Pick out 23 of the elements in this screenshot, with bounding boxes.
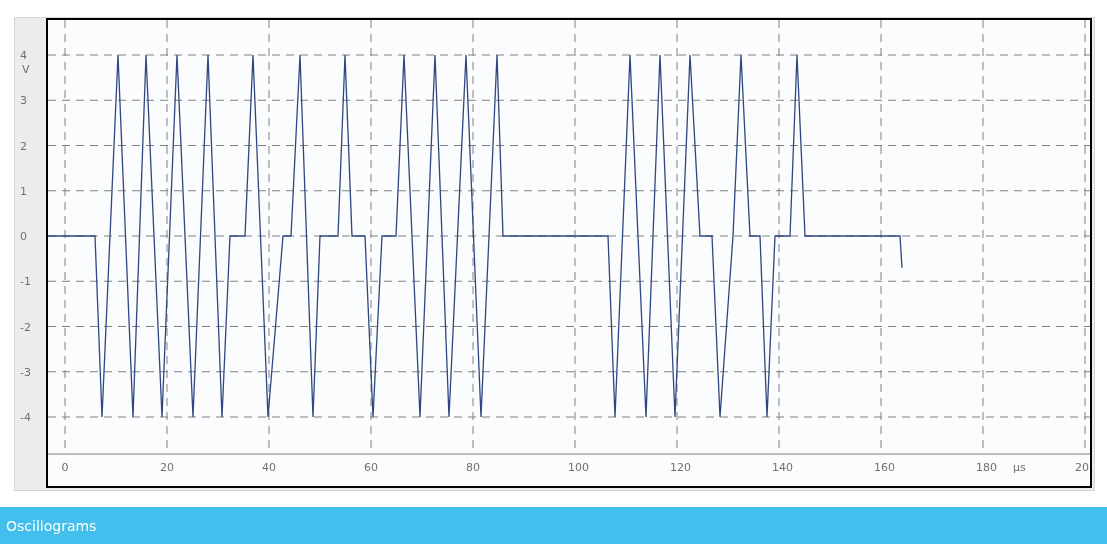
x-tick-label: 80 — [466, 461, 480, 474]
x-tick-label: 40 — [262, 461, 276, 474]
x-tick-label: 160 — [874, 461, 895, 474]
x-tick-label: 20 — [160, 461, 174, 474]
x-tick-label: 60 — [364, 461, 378, 474]
y-tick-label: -3 — [20, 365, 31, 379]
x-tick-label: 180 — [976, 461, 997, 474]
x-tick-label: 100 — [568, 461, 589, 474]
y-tick-label: 3 — [20, 94, 27, 108]
y-tick-label: 2 — [20, 139, 27, 153]
x-unit-label: µs — [1013, 461, 1026, 474]
x-tick-label: 20 — [1075, 461, 1089, 474]
footer-title: Oscillograms — [6, 517, 97, 534]
y-tick-label: -2 — [20, 320, 31, 334]
y-tick-label: 1 — [20, 184, 27, 198]
y-tick-label: 0 — [20, 230, 27, 243]
y-tick-label: -1 — [20, 275, 31, 289]
x-tick-label: 0 — [61, 461, 69, 474]
x-tick-label: 140 — [772, 461, 793, 474]
y-unit-label: V — [22, 63, 30, 76]
x-tick-label: 120 — [670, 461, 691, 474]
y-tick-label: 4 — [20, 49, 27, 62]
y-tick-label: -4 — [20, 411, 31, 424]
